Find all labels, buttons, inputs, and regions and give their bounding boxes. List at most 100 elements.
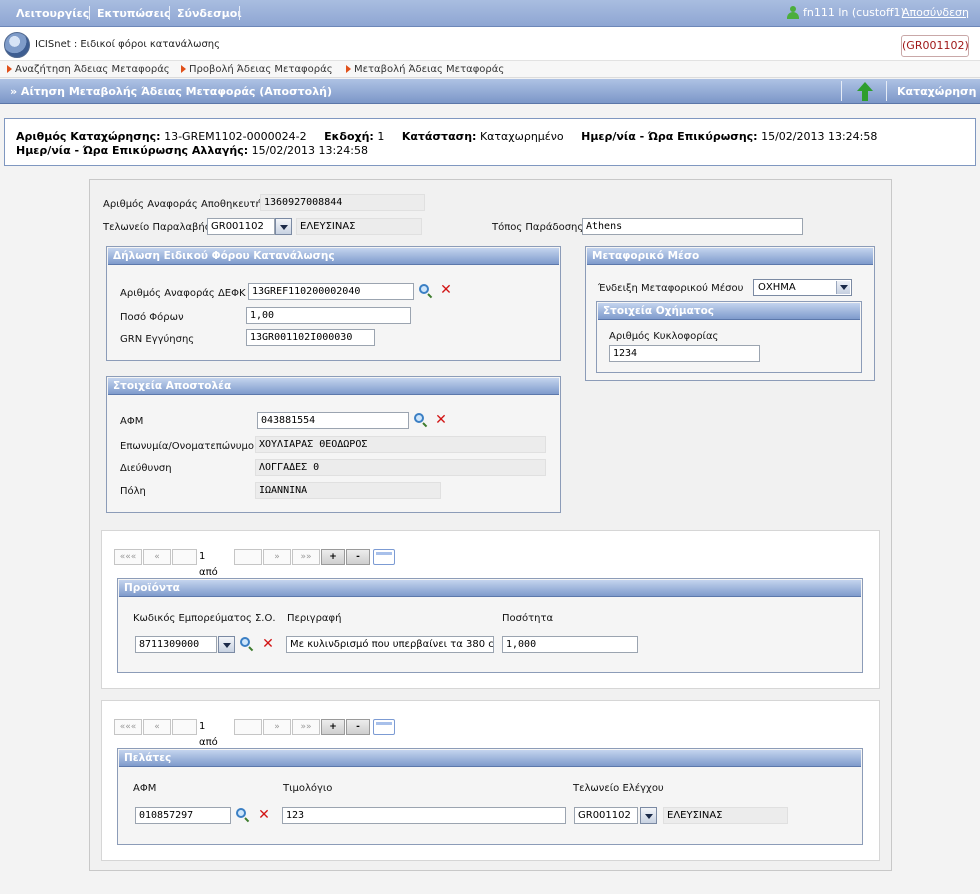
customs-name-field: ΕΛΕΥΣΙΝΑΣ <box>296 218 422 235</box>
menu-functions[interactable]: Λειτουργίες <box>16 7 89 20</box>
arrow-right-icon <box>181 65 186 73</box>
office-badge: (GR001102) <box>901 35 969 57</box>
pager-first-button[interactable]: ««« <box>114 549 142 565</box>
chevron-down-icon <box>836 281 850 294</box>
declaration-ref-label: Αριθμός Αναφοράς ΔΕΦΚ <box>120 288 246 299</box>
pager-first-button[interactable]: ««« <box>114 719 142 735</box>
delivery-input[interactable]: Athens <box>582 218 803 235</box>
app-header: ICISnet : Ειδικοί φόροι κατανάλωσης (GR0… <box>0 27 980 61</box>
breadcrumb: Αναζήτηση Άδειας Μεταφοράς Προβολή Άδεια… <box>0 61 980 78</box>
user-name: fn111 ln (custoff1) <box>803 6 905 19</box>
control-office-dropdown-icon[interactable] <box>640 807 657 824</box>
pager-spacer <box>234 719 262 735</box>
search-icon[interactable] <box>414 413 428 428</box>
products-header: Προϊόντα <box>119 580 861 597</box>
search-icon[interactable] <box>236 808 250 823</box>
search-icon[interactable] <box>419 284 433 299</box>
add-row-button[interactable]: + <box>321 549 345 565</box>
app-title: ICISnet : Ειδικοί φόροι κατανάλωσης <box>35 39 220 50</box>
customs-code-input[interactable]: GR001102 <box>207 218 275 235</box>
product-desc-input[interactable]: Με κυλινδρισμό που υπερβαίνει τα 380 cm <box>286 636 494 653</box>
grid-view-icon[interactable] <box>373 719 395 735</box>
version: 1 <box>377 130 385 143</box>
grn-label: GRN Εγγύησης <box>120 334 195 345</box>
declaration-ref-input[interactable]: 13GREF110200002040 <box>248 283 414 300</box>
delete-icon[interactable]: ✕ <box>258 808 270 822</box>
delete-icon[interactable]: ✕ <box>262 637 274 651</box>
pager-prev-button[interactable]: « <box>143 549 171 565</box>
pager-spacer <box>234 549 262 565</box>
transport-mode-select[interactable]: ΟΧΗΜΑ <box>753 279 852 296</box>
product-code-dropdown-icon[interactable] <box>218 636 235 653</box>
up-arrow-icon[interactable] <box>854 82 876 102</box>
pager-last-button[interactable]: »» <box>292 719 320 735</box>
grn-input[interactable]: 13GR001102I000030 <box>246 329 375 346</box>
delete-icon[interactable]: ✕ <box>435 413 447 427</box>
transport-header: Μεταφορικό Μέσο <box>587 248 873 265</box>
delete-icon[interactable]: ✕ <box>440 283 452 297</box>
product-code-input[interactable]: 8711309000 <box>135 636 217 653</box>
sender-name-field: ΧΟΥΛΙΑΡΑΣ ΘΕΟΔΩΡΟΣ <box>255 436 546 453</box>
delivery-label: Τόπος Παράδοσης <box>492 222 584 233</box>
breadcrumb-modify[interactable]: Μεταβολή Άδειας Μεταφοράς <box>346 64 504 75</box>
menu-links[interactable]: Σύνδεσμοι <box>177 7 242 20</box>
pager-last-button[interactable]: »» <box>292 549 320 565</box>
plate-label: Αριθμός Κυκλοφορίας <box>609 331 719 342</box>
globe-logo-icon <box>4 32 30 58</box>
add-row-button[interactable]: + <box>321 719 345 735</box>
customs-dropdown-icon[interactable] <box>275 218 292 235</box>
save-button[interactable]: Καταχώρηση <box>897 85 976 98</box>
product-code-label: Κωδικός Εμπορεύματος Σ.Ο. <box>133 613 276 624</box>
products-fieldset: Προϊόντα <box>117 578 863 673</box>
vehicle-header: Στοιχεία Οχήματος <box>598 303 860 320</box>
info-line-2: Ημερ/νία - Ώρα Επικύρωσης Αλλαγής: 15/02… <box>16 144 368 157</box>
remove-row-button[interactable]: - <box>346 719 370 735</box>
sender-afm-label: ΑΦΜ <box>120 416 144 427</box>
search-icon[interactable] <box>240 637 254 652</box>
ref-no-field: 1360927008844 <box>260 194 425 211</box>
sender-header: Στοιχεία Αποστολέα <box>108 378 559 395</box>
pager-next-button[interactable]: » <box>263 719 291 735</box>
toolbar-separator <box>886 81 887 101</box>
tax-amount-input[interactable]: 1,00 <box>246 307 411 324</box>
customer-afm-input[interactable]: 010857297 <box>135 807 231 824</box>
sender-city-label: Πόλη <box>120 486 146 497</box>
sender-name-label: Επωνυμία/Ονοματεπώνυμο <box>120 441 254 452</box>
invoice-label: Τιμολόγιο <box>283 783 333 794</box>
sender-city-field: ΙΩΑΝΝΙΝΑ <box>255 482 441 499</box>
status: Καταχωρημένο <box>479 130 564 143</box>
sender-address-label: Διεύθυνση <box>120 463 172 474</box>
top-menu-bar: Λειτουργίες Εκτυπώσεις Σύνδεσμοι fn111 l… <box>0 0 980 27</box>
pager-prev-button[interactable]: « <box>143 719 171 735</box>
record-info-box: Αριθμός Καταχώρησης: 13-GREM1102-0000024… <box>4 118 976 166</box>
product-desc-label: Περιγραφή <box>287 613 342 624</box>
pager-info: 1 από 1 <box>199 721 218 764</box>
logout-link[interactable]: Αποσύνδεση <box>902 6 969 19</box>
breadcrumb-search[interactable]: Αναζήτηση Άδειας Μεταφοράς <box>7 64 170 75</box>
grid-view-icon[interactable] <box>373 549 395 565</box>
toolbar-separator <box>841 81 842 101</box>
sender-afm-input[interactable]: 043881554 <box>257 412 409 429</box>
customer-afm-label: ΑΦΜ <box>133 783 157 794</box>
breadcrumb-view[interactable]: Προβολή Άδειας Μεταφοράς <box>181 64 333 75</box>
menu-separator <box>89 6 90 20</box>
arrow-right-icon <box>7 65 12 73</box>
declaration-header: Δήλωση Ειδικού Φόρου Κατανάλωσης <box>108 248 559 265</box>
product-qty-input[interactable]: 1,000 <box>502 636 638 653</box>
transport-mode-label: Ένδειξη Μεταφορικού Μέσου <box>598 283 744 294</box>
arrow-right-icon <box>346 65 351 73</box>
customers-fieldset: Πελάτες <box>117 748 863 845</box>
tax-amount-label: Ποσό Φόρων <box>120 312 184 323</box>
pager-spacer <box>172 549 197 565</box>
control-office-name-field: ΕΛΕΥΣΙΝΑΣ <box>663 807 788 824</box>
product-qty-label: Ποσότητα <box>502 613 554 624</box>
sender-address-field: ΛΟΓΓΑΔΕΣ 0 <box>255 459 546 476</box>
info-line-1: Αριθμός Καταχώρησης: 13-GREM1102-0000024… <box>16 130 878 143</box>
pager-spacer <box>172 719 197 735</box>
control-office-code-input[interactable]: GR001102 <box>574 807 638 824</box>
remove-row-button[interactable]: - <box>346 549 370 565</box>
menu-prints[interactable]: Εκτυπώσεις <box>97 7 171 20</box>
pager-next-button[interactable]: » <box>263 549 291 565</box>
plate-input[interactable]: 1234 <box>609 345 760 362</box>
invoice-input[interactable]: 123 <box>282 807 566 824</box>
